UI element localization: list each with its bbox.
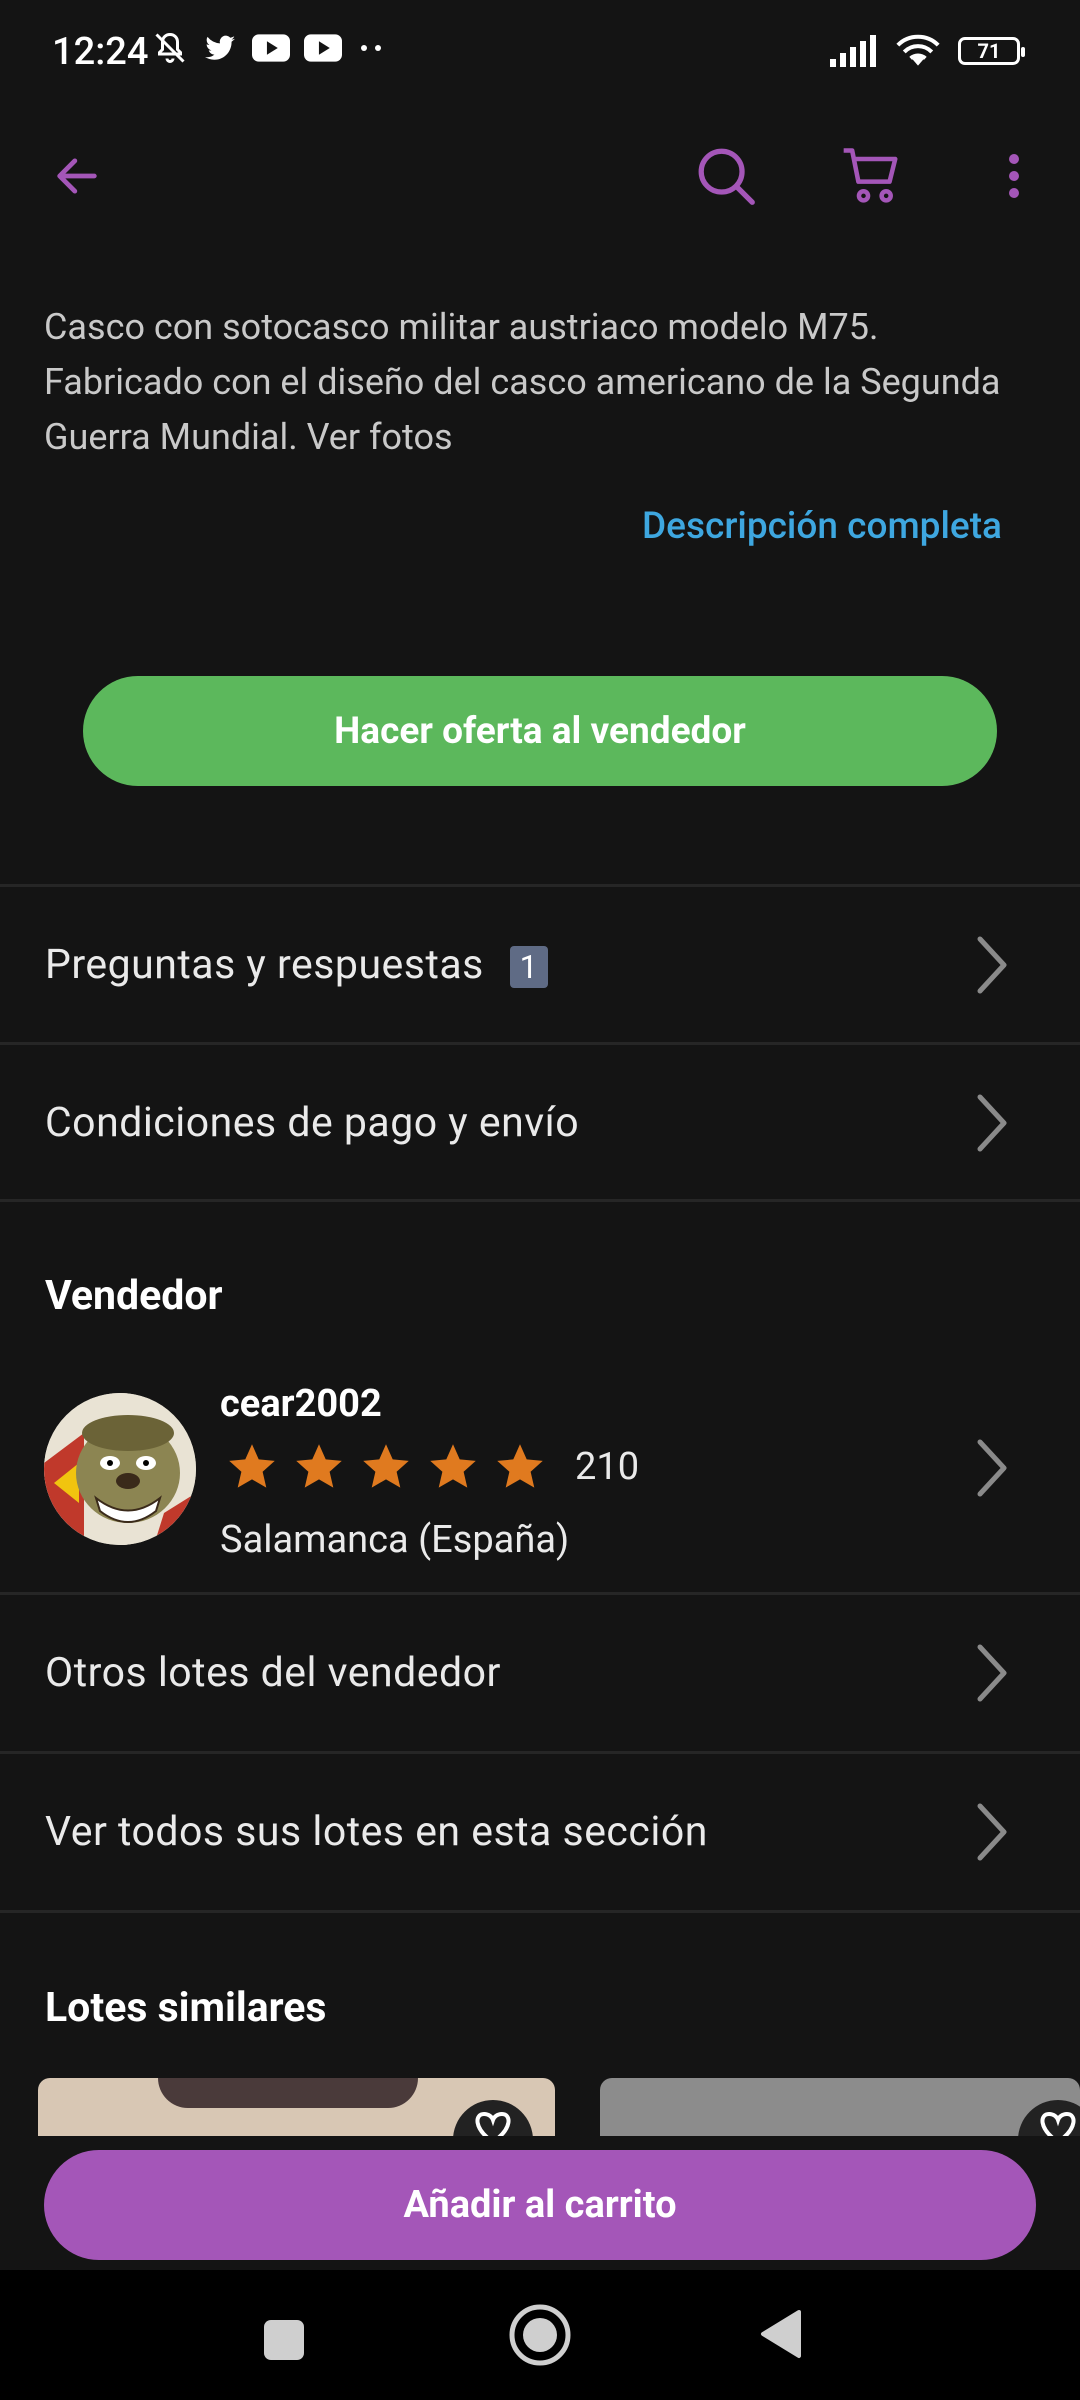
avatar [44, 1393, 196, 1545]
star-icon [430, 1444, 476, 1488]
section-lots-label: Ver todos sus lotes en esta sección [45, 1807, 708, 1856]
signal-icon [830, 35, 876, 67]
rating-count: 210 [575, 1445, 640, 1489]
search-button[interactable] [690, 140, 762, 212]
back-arrow-icon [57, 158, 97, 194]
status-time: 12:24 [52, 30, 149, 74]
recents-square-icon [264, 2320, 304, 2360]
recents-button[interactable] [262, 2310, 306, 2370]
status-bar: 12:24 71 [0, 0, 1080, 110]
star-icon [363, 1444, 409, 1488]
other-lots-row[interactable]: Otros lotes del vendedor [0, 1595, 1080, 1750]
youtube-icon [252, 34, 290, 62]
payment-shipping-label: Condiciones de pago y envío [45, 1098, 580, 1147]
questions-count-badge: 1 [509, 945, 548, 988]
similar-lot-card[interactable] [38, 2078, 555, 2136]
status-system-icons: 71 [828, 34, 1025, 68]
similar-lot-card[interactable] [600, 2078, 1080, 2136]
app-bar [0, 110, 1080, 250]
twitter-icon [205, 35, 235, 60]
heart-icon [1040, 2111, 1076, 2136]
seller-row[interactable]: cear2002 210 Salamanca (España) [0, 1370, 1080, 1590]
lot-description: Casco con sotocasco militar austriaco mo… [44, 306, 1001, 458]
youtube-icon [304, 34, 342, 62]
star-icon [497, 1444, 543, 1488]
cart-icon [843, 148, 898, 203]
battery-level: 71 [977, 39, 1001, 63]
cart-button[interactable] [836, 140, 908, 212]
divider [0, 1910, 1080, 1913]
other-lots-label: Otros lotes del vendedor [45, 1648, 501, 1697]
full-description-link[interactable]: Descripción completa [642, 505, 1002, 548]
home-button[interactable] [505, 2300, 575, 2370]
system-nav-bar [0, 2270, 1080, 2400]
card-image [158, 2078, 418, 2108]
heart-icon [475, 2111, 511, 2136]
questions-label: Preguntas y respuestas 1 [45, 941, 548, 989]
add-to-cart-button[interactable]: Añadir al carrito [44, 2150, 1036, 2260]
seller-location: Salamanca (España) [220, 1518, 570, 1562]
seller-avatar-bulldog [44, 1393, 196, 1545]
battery-icon: 71 [958, 37, 1025, 65]
seller-rating: 210 [226, 1442, 639, 1492]
payment-shipping-row[interactable]: Condiciones de pago y envío [0, 1045, 1080, 1200]
overflow-menu-button[interactable] [990, 145, 1038, 207]
questions-row[interactable]: Preguntas y respuestas 1 [0, 887, 1080, 1042]
section-lots-row[interactable]: Ver todos sus lotes en esta sección [0, 1754, 1080, 1909]
chevron-right-icon [977, 1803, 1007, 1860]
wifi-icon [896, 34, 940, 66]
status-notification-icons [152, 30, 386, 66]
star-icon [229, 1444, 275, 1488]
system-back-button[interactable] [756, 2306, 806, 2362]
back-button[interactable] [46, 145, 108, 207]
chevron-right-icon [977, 1439, 1007, 1497]
chevron-right-icon [977, 1644, 1007, 1701]
star-icon [296, 1444, 342, 1488]
mute-bell-icon [155, 32, 185, 63]
search-icon [698, 148, 755, 205]
favorite-button[interactable] [453, 2100, 533, 2136]
seller-name: cear2002 [220, 1382, 382, 1426]
overflow-menu-icon [1009, 154, 1019, 198]
make-offer-button[interactable]: Hacer oferta al vendedor [83, 676, 997, 786]
more-dots-icon [361, 45, 381, 51]
similar-lots-title: Lotes similares [45, 1984, 327, 2032]
favorite-button[interactable] [1018, 2100, 1080, 2136]
chevron-right-icon [977, 936, 1007, 993]
divider [0, 1199, 1080, 1202]
chevron-right-icon [977, 1094, 1007, 1151]
back-triangle-icon [761, 2310, 801, 2358]
home-circle-icon [509, 2304, 571, 2366]
questions-text: Preguntas y respuestas [45, 940, 484, 989]
seller-section-title: Vendedor [45, 1272, 223, 1320]
